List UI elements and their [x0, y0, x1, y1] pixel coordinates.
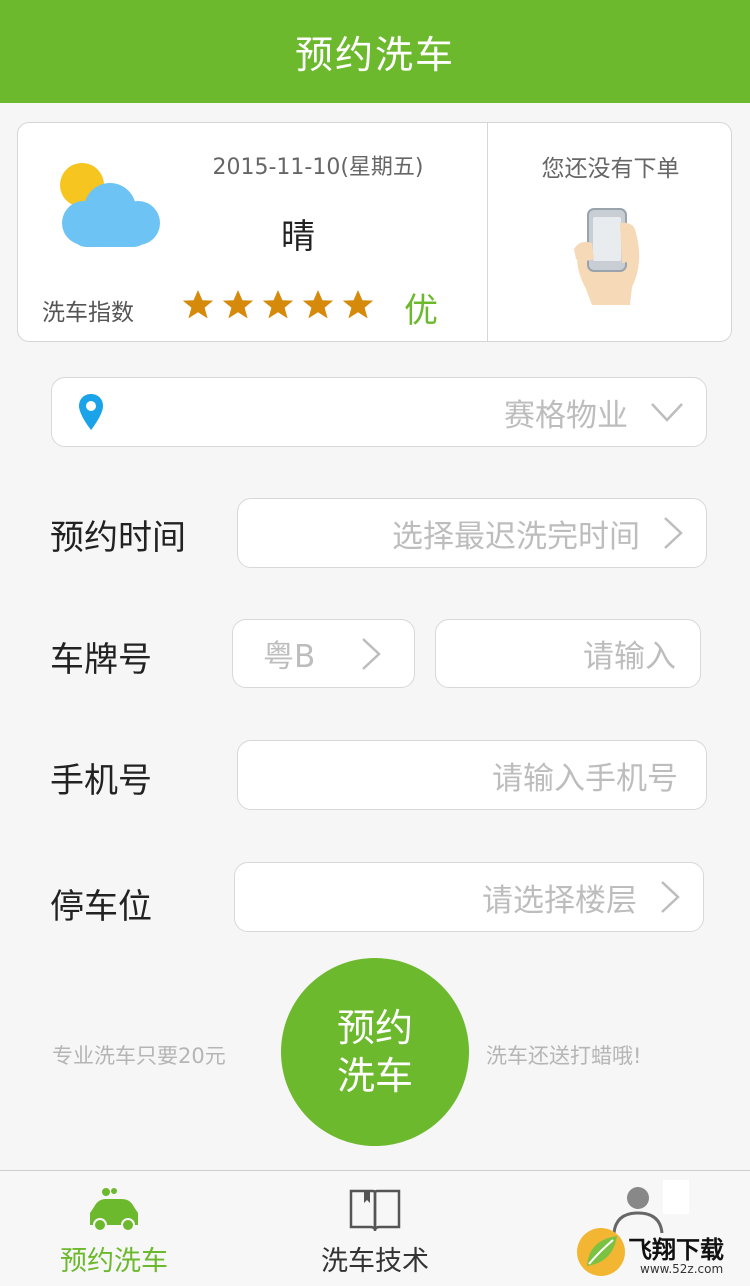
tab-label: 预约洗车 [60, 1246, 168, 1277]
phone-input[interactable]: 请输入手机号 [237, 740, 707, 810]
promo-right: 洗车还送打蜡哦! [486, 1044, 642, 1068]
star-icon [342, 290, 374, 319]
order-status-text: 您还没有下单 [541, 156, 680, 182]
plate-prefix: 粤B [263, 639, 316, 675]
plate-number-placeholder: 请输入 [583, 639, 676, 675]
weather-order-card: 2015-11-10(星期五) 晴 洗车指数 优 您还没有下单 [17, 122, 732, 342]
tab-book-wash[interactable]: 预约洗车 [0, 1171, 239, 1286]
phone-in-hand-icon[interactable] [570, 203, 644, 305]
phone-label: 手机号 [50, 761, 152, 801]
watermark-text: 飞翔下载 [628, 1236, 724, 1264]
weather-condition: 晴 [281, 217, 315, 257]
promo-left: 专业洗车只要20元 [52, 1044, 226, 1068]
book-wash-button[interactable]: 预约 洗车 [281, 958, 469, 1146]
car-wash-icon [90, 1188, 138, 1232]
location-pin-icon [79, 394, 103, 430]
partly-cloudy-icon [60, 163, 160, 247]
star-icon [222, 290, 254, 319]
chevron-right-icon [362, 637, 381, 670]
chevron-right-icon [661, 881, 680, 913]
tab-label: 洗车技术 [321, 1246, 429, 1277]
parking-selector[interactable]: 请选择楼层 [234, 862, 704, 932]
plate-number-input[interactable]: 请输入 [435, 619, 701, 688]
time-label: 预约时间 [50, 518, 186, 558]
chevron-down-icon [651, 403, 683, 422]
watermark-leaf-icon [577, 1228, 625, 1276]
tab-wash-tech[interactable]: 洗车技术 [250, 1171, 500, 1286]
phone-placeholder: 请输入手机号 [492, 760, 678, 797]
book-icon [349, 1189, 401, 1231]
location-value: 赛格物业 [504, 397, 628, 434]
time-placeholder: 选择最迟洗完时间 [392, 518, 640, 555]
tab-bar: 预约洗车 洗车技术 [0, 1170, 750, 1286]
watermark-url: www.52z.com [640, 1262, 724, 1276]
watermark-patch [663, 1180, 689, 1214]
plate-prefix-selector[interactable]: 粤B [232, 619, 415, 688]
page-title: 预约洗车 [294, 33, 455, 77]
star-icon [302, 290, 334, 319]
wash-index-stars [182, 289, 374, 321]
star-icon [262, 290, 294, 319]
time-selector[interactable]: 选择最迟洗完时间 [237, 498, 707, 568]
app-header: 预约洗车 [0, 0, 750, 103]
location-selector[interactable]: 赛格物业 [51, 377, 707, 447]
plate-label: 车牌号 [50, 640, 152, 680]
star-icon [182, 290, 214, 319]
parking-placeholder: 请选择楼层 [482, 882, 637, 919]
wash-index-rating: 优 [404, 291, 438, 331]
wash-index-label: 洗车指数 [42, 300, 134, 326]
chevron-right-icon [664, 517, 683, 549]
parking-label: 停车位 [50, 887, 152, 927]
weather-date: 2015-11-10(星期五) [212, 155, 424, 180]
book-button-line1: 预约 [336, 1006, 413, 1050]
book-button-line2: 洗车 [336, 1054, 413, 1098]
